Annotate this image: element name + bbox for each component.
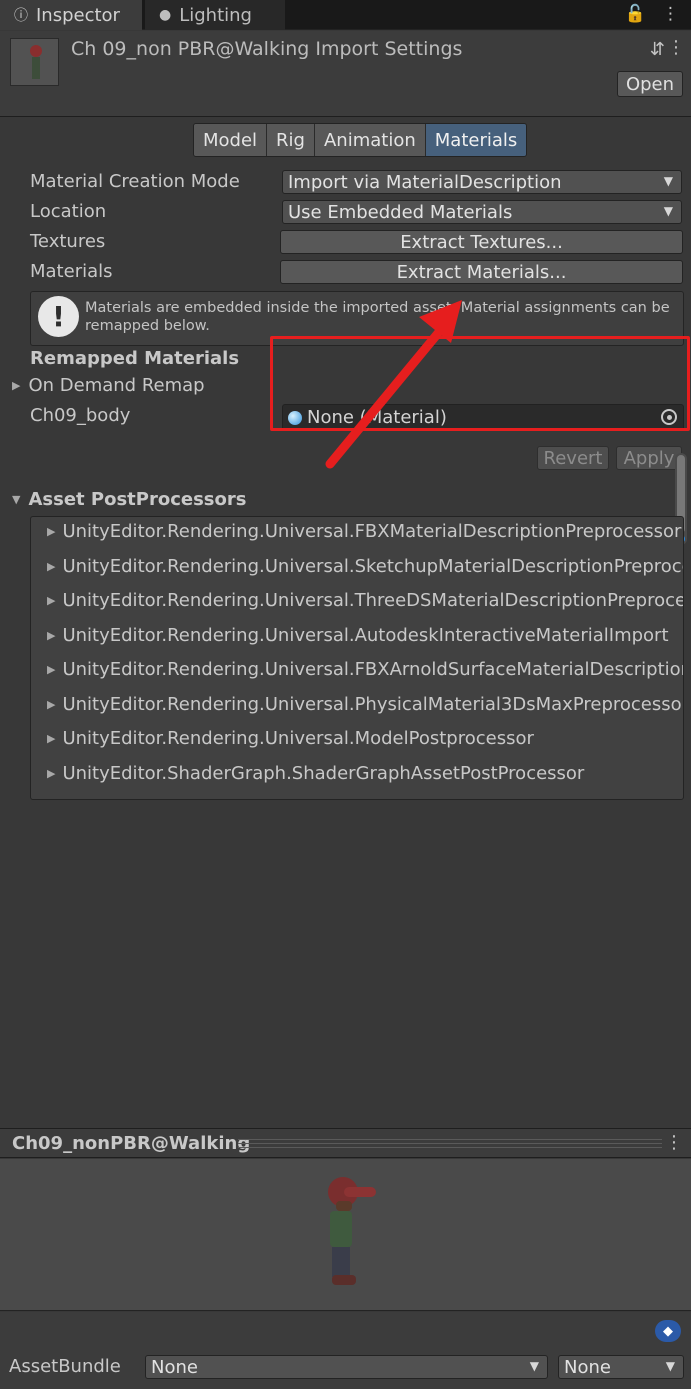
material-creation-mode-value: Import via MaterialDescription	[288, 171, 562, 193]
assetbundle-label: AssetBundle	[9, 1356, 121, 1377]
tab-lighting-label: Lighting	[179, 4, 252, 26]
resize-grip[interactable]	[238, 1139, 662, 1148]
material-creation-mode-label: Material Creation Mode	[30, 171, 240, 192]
extract-textures-button[interactable]: Extract Textures...	[280, 230, 683, 254]
revert-button[interactable]: Revert	[537, 446, 609, 470]
chevron-down-icon: ▼	[663, 174, 673, 188]
tab-model[interactable]: Model	[194, 124, 268, 156]
chevron-right-icon: ▶	[47, 767, 56, 780]
warning-icon: !	[38, 296, 79, 337]
tab-inspector[interactable]: ⓘ Inspector	[0, 0, 142, 30]
chevron-right-icon: ▶	[47, 732, 56, 745]
asset-thumbnail	[10, 38, 59, 86]
chevron-right-icon: ▶	[47, 594, 56, 607]
extract-materials-button[interactable]: Extract Materials...	[280, 260, 683, 284]
list-item[interactable]: ▶ UnityEditor.ShaderGraph.ShaderGraphAsse…	[47, 763, 584, 784]
assetbundle-name-value: None	[151, 1356, 198, 1378]
preset-settings-icon[interactable]: ⇵	[650, 39, 665, 60]
tab-materials[interactable]: Materials	[425, 124, 527, 156]
on-demand-remap-label: On Demand Remap	[28, 375, 205, 396]
list-item[interactable]: ▶ UnityEditor.Rendering.Universal.FBXArno…	[47, 659, 683, 680]
chevron-right-icon: ▶	[12, 379, 21, 392]
info-icon: ⓘ	[14, 8, 28, 24]
tab-rig[interactable]: Rig	[267, 124, 315, 156]
materials-label: Materials	[30, 261, 113, 282]
tabbar-controls: 🔓 ⋮	[625, 4, 679, 24]
import-tabs-toolbar: Model Rig Animation Materials	[193, 123, 528, 157]
inspector-header: Ch 09_non PBR@Walking Import Settings ⇵ …	[0, 31, 691, 117]
tag-icon[interactable]: ◆	[655, 1320, 681, 1342]
location-value: Use Embedded Materials	[288, 201, 513, 223]
chevron-right-icon: ▶	[47, 663, 56, 676]
on-demand-remap-foldout[interactable]: ▶ On Demand Remap	[12, 375, 205, 396]
preview-header[interactable]: Ch09_nonPBR@Walking ⋮	[0, 1128, 691, 1158]
postprocessor-list: ▶ UnityEditor.Rendering.Universal.FBXMate…	[30, 516, 684, 800]
window-tab-bar: ⓘ Inspector ● Lighting 🔓 ⋮	[0, 0, 691, 30]
chevron-right-icon: ▶	[47, 629, 56, 642]
assetbundle-variant-dropdown[interactable]: None ▼	[558, 1355, 684, 1379]
help-text: Materials are embedded inside the import…	[85, 300, 670, 334]
open-button[interactable]: Open	[617, 71, 683, 97]
chevron-right-icon: ▶	[47, 560, 56, 573]
header-title: Ch 09_non PBR@Walking Import Settings	[71, 38, 463, 60]
asset-postprocessors-foldout[interactable]: ▼ Asset PostProcessors	[12, 489, 246, 510]
remapped-materials-title: Remapped Materials	[30, 348, 240, 369]
tab-inspector-label: Inspector	[36, 4, 120, 26]
asset-postprocessors-title: Asset PostProcessors	[28, 489, 247, 510]
list-item[interactable]: ▶ UnityEditor.Rendering.Universal.Physica…	[47, 694, 683, 715]
chevron-right-icon: ▶	[47, 698, 56, 711]
assetbundle-name-dropdown[interactable]: None ▼	[145, 1355, 548, 1379]
list-item[interactable]: ▶ UnityEditor.Rendering.Universal.ModelPo…	[47, 728, 534, 749]
preview-menu-icon[interactable]: ⋮	[665, 1132, 683, 1153]
chevron-down-icon: ▼	[529, 1359, 539, 1373]
apply-button[interactable]: Apply	[616, 446, 682, 470]
preview-title: Ch09_nonPBR@Walking	[12, 1133, 251, 1154]
material-creation-mode-dropdown[interactable]: Import via MaterialDescription ▼	[282, 170, 682, 194]
material-slot-label: Ch09_body	[30, 405, 131, 426]
bulb-icon: ●	[159, 7, 172, 23]
assetbundle-variant-value: None	[564, 1356, 611, 1378]
list-item[interactable]: ▶ UnityEditor.Rendering.Universal.ThreeDS…	[47, 590, 683, 611]
tab-animation[interactable]: Animation	[314, 124, 426, 156]
list-item[interactable]: ▶ UnityEditor.Rendering.Universal.Autodes…	[47, 625, 669, 646]
assetbundle-bar: ◆ AssetBundle None ▼ None ▼	[0, 1312, 691, 1389]
location-dropdown[interactable]: Use Embedded Materials ▼	[282, 200, 682, 224]
lock-icon[interactable]: 🔓	[625, 4, 646, 24]
annotation-highlight-box	[270, 336, 690, 431]
kebab-menu-icon[interactable]: ⋮	[662, 4, 679, 24]
tab-lighting[interactable]: ● Lighting	[145, 0, 285, 30]
chevron-right-icon: ▶	[47, 525, 56, 538]
model-preview[interactable]	[0, 1159, 691, 1311]
textures-label: Textures	[30, 231, 106, 252]
header-menu-icon[interactable]: ⋮	[667, 37, 685, 58]
character-model-preview	[322, 1171, 382, 1291]
chevron-down-icon: ▼	[665, 1359, 675, 1373]
chevron-down-icon: ▼	[663, 204, 673, 218]
inspector-content: Model Rig Animation Materials Material C…	[0, 118, 691, 1126]
chevron-down-icon: ▼	[12, 493, 21, 506]
list-item[interactable]: ▶ UnityEditor.Rendering.Universal.Sketchu…	[47, 556, 683, 577]
list-item[interactable]: ▶ UnityEditor.Rendering.Universal.FBXMate…	[47, 521, 681, 542]
location-label: Location	[30, 201, 107, 222]
